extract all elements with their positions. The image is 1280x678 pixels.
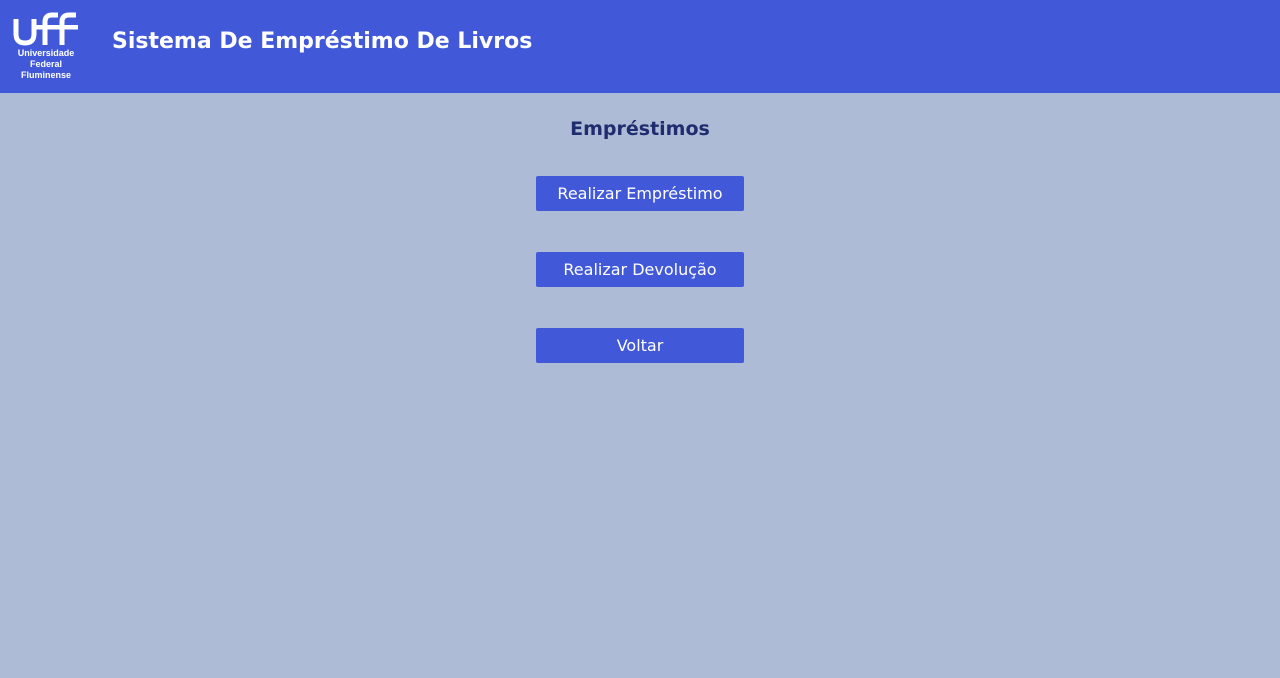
uff-logo-mark bbox=[13, 12, 78, 46]
realizar-emprestimo-button[interactable]: Realizar Empréstimo bbox=[536, 176, 744, 211]
logo-wordmark: Universidade Federal Fluminense bbox=[10, 48, 82, 81]
realizar-devolucao-button[interactable]: Realizar Devolução bbox=[536, 252, 744, 287]
app-title: Sistema De Empréstimo De Livros bbox=[112, 29, 533, 54]
uff-logo: Universidade Federal Fluminense bbox=[10, 12, 82, 82]
voltar-button[interactable]: Voltar bbox=[536, 328, 744, 363]
logo-line-3: Fluminense bbox=[20, 70, 71, 80]
logo-line-1: Universidade bbox=[17, 48, 75, 58]
logo-line-2: Federal bbox=[29, 59, 62, 69]
page-title: Empréstimos bbox=[570, 118, 710, 140]
app-header: Universidade Federal Fluminense Sistema … bbox=[0, 0, 1280, 93]
